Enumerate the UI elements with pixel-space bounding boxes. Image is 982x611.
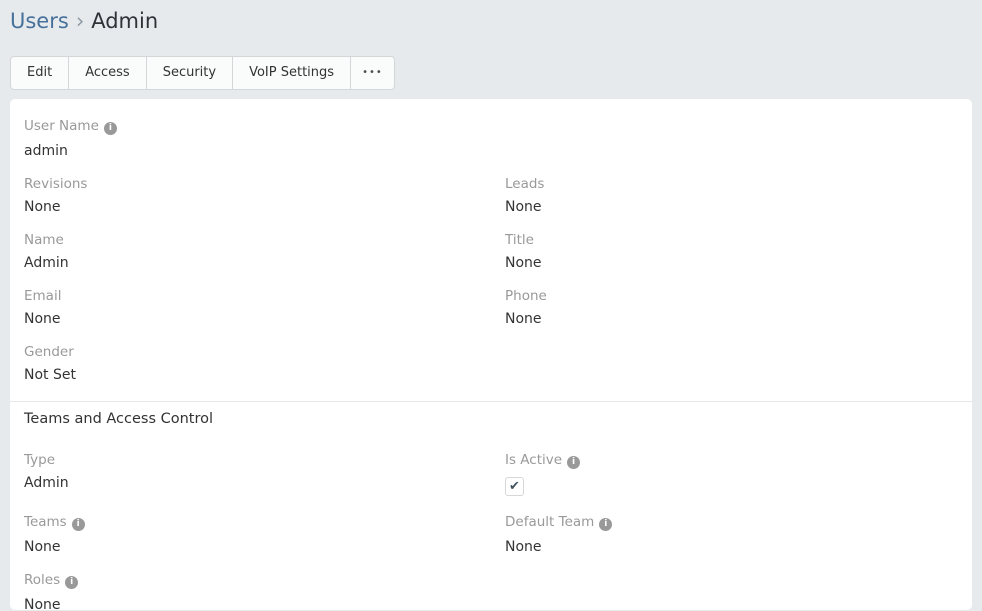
field-value: None xyxy=(505,200,958,214)
field-label: Gender xyxy=(24,345,477,359)
more-actions-button[interactable]: ••• xyxy=(351,57,394,89)
field-row: Rolesi None xyxy=(10,573,972,610)
voip-settings-button[interactable]: VoIP Settings xyxy=(233,57,351,89)
field-label: Default Team i xyxy=(505,515,958,531)
section-title-teams-access: Teams and Access Control xyxy=(10,402,972,453)
field-value: None xyxy=(24,200,477,214)
page-header: Users › Admin xyxy=(0,0,982,36)
info-icon[interactable]: i xyxy=(72,518,85,531)
field-value: None xyxy=(505,256,958,270)
field-phone: Phone None xyxy=(491,289,972,326)
field-value: None xyxy=(24,312,477,326)
field-value: Not Set xyxy=(24,368,477,382)
field-label: Type xyxy=(24,453,477,467)
info-icon[interactable]: i xyxy=(104,122,117,135)
action-toolbar: Edit Access Security VoIP Settings ••• xyxy=(10,56,972,90)
field-label: Name xyxy=(24,233,477,247)
info-icon[interactable]: i xyxy=(599,518,612,531)
field-empty xyxy=(491,573,972,610)
field-label-text: Roles xyxy=(24,572,60,588)
field-gender: Gender Not Set xyxy=(10,345,491,382)
field-value: None xyxy=(24,598,477,610)
field-row: Email None Phone None xyxy=(10,289,972,345)
access-button[interactable]: Access xyxy=(69,57,147,89)
field-label: Teamsi xyxy=(24,515,477,531)
field-type: Type Admin xyxy=(10,453,491,496)
field-label: Leads xyxy=(505,177,958,191)
field-label-text: Default Team xyxy=(505,514,594,530)
field-value: Admin xyxy=(24,476,477,490)
field-label-text: Is Active xyxy=(505,452,562,468)
field-label: Is Active i xyxy=(505,453,958,469)
action-button-group: Edit Access Security VoIP Settings ••• xyxy=(10,56,395,90)
field-row: Revisions None Leads None xyxy=(10,177,972,233)
info-icon[interactable]: i xyxy=(567,456,580,469)
breadcrumb: Users › Admin xyxy=(10,7,972,36)
field-email: Email None xyxy=(10,289,491,326)
field-label: Rolesi xyxy=(24,573,477,589)
field-value: None xyxy=(505,540,958,554)
field-label: Title xyxy=(505,233,958,247)
field-row: Teamsi None Default Teami None xyxy=(10,515,972,573)
field-row: User Name i admin xyxy=(10,119,972,177)
field-row: Gender Not Set xyxy=(10,345,972,401)
field-label: Email xyxy=(24,289,477,303)
field-name: Name Admin xyxy=(10,233,491,270)
field-default-team: Default Team i None xyxy=(491,515,972,554)
check-icon: ✔ xyxy=(509,480,520,493)
breadcrumb-separator-icon: › xyxy=(76,9,84,33)
field-label: Revisions xyxy=(24,177,477,191)
breadcrumb-users-link[interactable]: Users xyxy=(10,9,69,33)
field-label: Phone xyxy=(505,289,958,303)
field-value: Admin xyxy=(24,256,477,270)
field-value: admin xyxy=(24,144,477,158)
field-value: None xyxy=(24,540,477,554)
field-revisions: Revisions None xyxy=(10,177,491,214)
field-teams: Teamsi None xyxy=(10,515,491,554)
field-is-active: Is Active i ✔ xyxy=(491,453,972,496)
field-label-text: User Name xyxy=(24,118,99,134)
field-empty xyxy=(491,345,972,382)
field-roles: Rolesi None xyxy=(10,573,491,610)
field-empty xyxy=(491,119,972,158)
field-row: Type Admin Is Active i ✔ xyxy=(10,453,972,515)
field-label-text: Teams xyxy=(24,514,67,530)
breadcrumb-current: Admin xyxy=(91,9,158,33)
user-detail-panel: User Name i admin Revisions None Leads No… xyxy=(10,99,972,610)
edit-button[interactable]: Edit xyxy=(11,57,69,89)
info-icon[interactable]: i xyxy=(65,576,78,589)
field-value: None xyxy=(505,312,958,326)
field-row: Name Admin Title None xyxy=(10,233,972,289)
field-user-name: User Name i admin xyxy=(10,119,491,158)
field-leads: Leads None xyxy=(491,177,972,214)
is-active-checkbox[interactable]: ✔ xyxy=(505,477,524,496)
field-label: User Name i xyxy=(24,119,477,135)
ellipsis-icon: ••• xyxy=(362,67,383,78)
security-button[interactable]: Security xyxy=(147,57,233,89)
field-title: Title None xyxy=(491,233,972,270)
